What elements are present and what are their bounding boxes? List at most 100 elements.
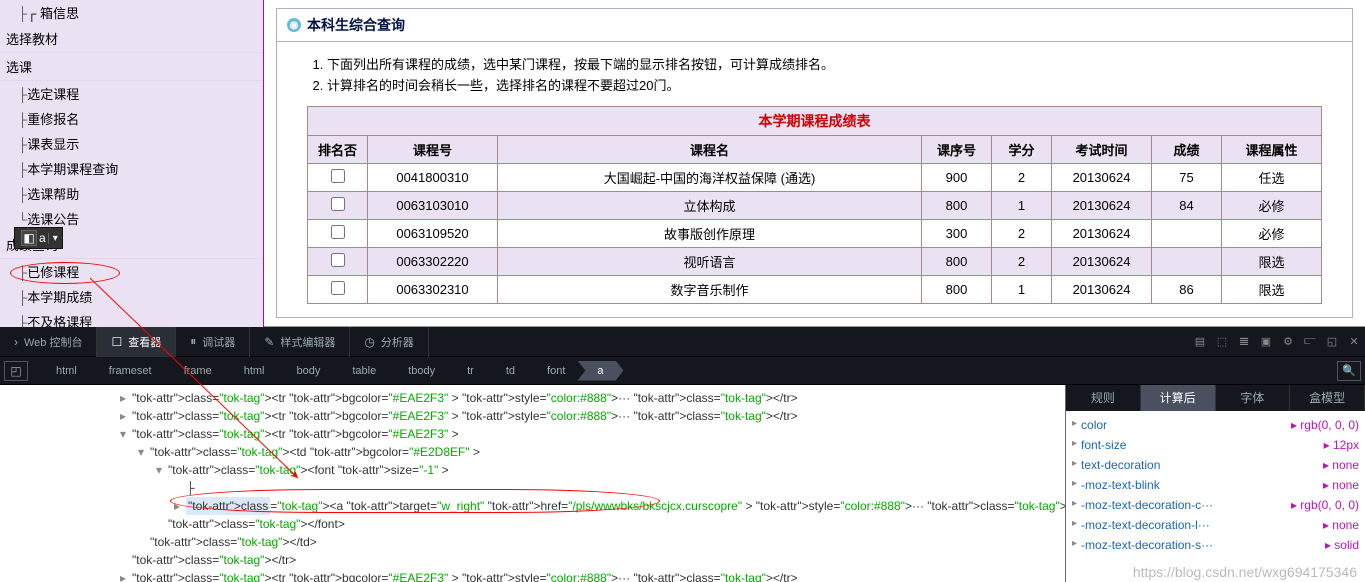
paint-flash-icon[interactable]: ▤: [1189, 335, 1211, 348]
dock-icon[interactable]: ⫍: [1299, 335, 1321, 348]
source-line[interactable]: ▾"tok-attr">class="tok-tag"><font "tok-a…: [120, 461, 1059, 479]
devtools-body: ▸"tok-attr">class="tok-tag"><tr "tok-att…: [0, 385, 1365, 582]
source-line[interactable]: ▸"tok-attr">class="tok-tag"><tr "tok-att…: [120, 407, 1059, 425]
table-cell: 限选: [1222, 248, 1322, 276]
crumb-frame[interactable]: frame: [164, 361, 232, 381]
devtools-panel: ›Web 控制台 ☐查看器 ⏸调试器 ✎样式编辑器 ◷分析器 ▤ ⬚ 𝌆 ▣ ⚙…: [0, 327, 1365, 582]
th-coursename: 课程名: [498, 136, 922, 164]
responsive-icon[interactable]: ▣: [1255, 335, 1277, 348]
table-cell: 900: [922, 164, 992, 192]
rank-checkbox[interactable]: [331, 197, 345, 211]
devtools-toolbar: ›Web 控制台 ☐查看器 ⏸调试器 ✎样式编辑器 ◷分析器 ▤ ⬚ 𝌆 ▣ ⚙…: [0, 327, 1365, 357]
table-row[interactable]: 0063103010立体构成80012013062484必修: [308, 192, 1322, 220]
source-line[interactable]: "tok-attr">class="tok-tag"></td>: [120, 533, 1059, 551]
rule-row[interactable]: ▸text-decoration▸ none: [1072, 455, 1359, 475]
scratch-icon[interactable]: 𝌆: [1233, 335, 1255, 348]
crumb-html[interactable]: html: [224, 361, 285, 381]
cube-icon[interactable]: ⬚: [1211, 335, 1233, 348]
crumb-font[interactable]: font: [527, 361, 585, 381]
source-tree[interactable]: ▸"tok-attr">class="tok-tag"><tr "tok-att…: [0, 385, 1065, 582]
table-row[interactable]: 0063302220视听语言800220130624限选: [308, 248, 1322, 276]
rtab-boxmodel[interactable]: 盒模型: [1290, 385, 1365, 411]
source-line[interactable]: ▸"tok-attr">class="tok-tag"><tr "tok-att…: [120, 569, 1059, 582]
grades-table: 本学期课程成绩表 排名否 课程号 课程名 课序号 学分 考试时间 成绩 课程属性…: [307, 106, 1322, 304]
rank-checkbox[interactable]: [331, 169, 345, 183]
rule-row[interactable]: ▸font-size▸ 12px: [1072, 435, 1359, 455]
table-cell: 20130624: [1052, 248, 1152, 276]
tab-profiler[interactable]: ◷分析器: [350, 327, 428, 357]
settings-icon[interactable]: ⚙: [1277, 335, 1299, 348]
source-line[interactable]: "tok-attr">class="tok-tag"></tr>: [120, 551, 1059, 569]
tab-style-editor[interactable]: ✎样式编辑器: [250, 327, 350, 357]
table-cell: 300: [922, 220, 992, 248]
rule-row[interactable]: ▸-moz-text-blink▸ none: [1072, 475, 1359, 495]
rtab-rules[interactable]: 规则: [1066, 385, 1141, 411]
watermark: https://blog.csdn.net/wxg694175346: [1133, 564, 1357, 580]
rule-row[interactable]: ▸-moz-text-decoration-c···▸ rgb(0, 0, 0): [1072, 495, 1359, 515]
sidebar-item-semester-course[interactable]: 本学期课程查询: [0, 156, 263, 181]
crumb-body[interactable]: body: [276, 361, 340, 381]
rank-checkbox[interactable]: [331, 281, 345, 295]
table-cell: 0041800310: [368, 164, 498, 192]
rule-row[interactable]: ▸-moz-text-decoration-s···▸ solid: [1072, 535, 1359, 555]
sidebar-item-timetable[interactable]: 课表显示: [0, 131, 263, 156]
panel-title: ◉ 本科生综合查询: [277, 9, 1352, 41]
close-icon[interactable]: ✕: [1343, 335, 1365, 348]
table-row[interactable]: 0063302310数字音乐制作80012013062486限选: [308, 276, 1322, 304]
sidebar-item-course-help[interactable]: 选课帮助: [0, 181, 263, 206]
inspector-icon: ☐: [111, 335, 122, 349]
hover-tag-tooltip: ◧ a ▾: [14, 227, 63, 249]
app-upper: ┌ 箱信思 选择教材 选课 选定课程 重修报名 课表显示 本学期课程查询 选课帮…: [0, 0, 1365, 327]
annotation-oval-source: [170, 489, 660, 513]
table-cell: 立体构成: [498, 192, 922, 220]
th-attr: 课程属性: [1222, 136, 1322, 164]
source-line[interactable]: ▸"tok-attr">class="tok-tag"><tr "tok-att…: [120, 389, 1059, 407]
crumb-table[interactable]: table: [332, 361, 396, 381]
tab-debugger[interactable]: ⏸调试器: [176, 327, 250, 357]
rules-pane: 规则 计算后 字体 盒模型 ▸color▸ rgb(0, 0, 0)▸font-…: [1065, 385, 1365, 582]
table-cell: 必修: [1222, 192, 1322, 220]
rules-body[interactable]: ▸color▸ rgb(0, 0, 0)▸font-size▸ 12px▸tex…: [1066, 411, 1365, 582]
sidebar-item-failed[interactable]: 不及格课程: [0, 309, 263, 327]
popout-icon[interactable]: ◱: [1321, 335, 1343, 348]
sidebar-item-current-grades[interactable]: 本学期成绩: [0, 284, 263, 309]
crumb-tbody[interactable]: tbody: [388, 361, 455, 381]
table-cell: 800: [922, 276, 992, 304]
sidebar-section-course[interactable]: 选课: [0, 53, 263, 81]
rules-tabs: 规则 计算后 字体 盒模型: [1066, 385, 1365, 411]
rule-row[interactable]: ▸color▸ rgb(0, 0, 0): [1072, 415, 1359, 435]
console-icon: ›: [14, 335, 18, 349]
table-cell: 800: [922, 248, 992, 276]
tab-inspector[interactable]: ☐查看器: [97, 327, 176, 357]
table-cell: 任选: [1222, 164, 1322, 192]
rank-checkbox[interactable]: [331, 225, 345, 239]
sidebar-cut-item[interactable]: ┌ 箱信思: [0, 0, 263, 25]
table-cell: [308, 164, 368, 192]
search-button[interactable]: 🔍: [1337, 361, 1361, 381]
crumb-frameset[interactable]: frameset: [89, 361, 172, 381]
table-row[interactable]: 0041800310大国崛起-中国的海洋权益保障 (通选)90022013062…: [308, 164, 1322, 192]
sidebar-section-textbook[interactable]: 选择教材: [0, 25, 263, 53]
th-grade: 成绩: [1152, 136, 1222, 164]
table-cell: 数字音乐制作: [498, 276, 922, 304]
source-line[interactable]: ▾"tok-attr">class="tok-tag"><tr "tok-att…: [120, 425, 1059, 443]
table-cell: [308, 192, 368, 220]
pick-element-button[interactable]: ◰: [4, 361, 28, 381]
table-cell: 限选: [1222, 276, 1322, 304]
rank-checkbox[interactable]: [331, 253, 345, 267]
rtab-fonts[interactable]: 字体: [1216, 385, 1291, 411]
source-line[interactable]: ▾"tok-attr">class="tok-tag"><td "tok-att…: [120, 443, 1059, 461]
tab-console[interactable]: ›Web 控制台: [0, 327, 97, 357]
crumb-html[interactable]: html: [36, 361, 97, 381]
table-cell: 20130624: [1052, 192, 1152, 220]
rtab-computed[interactable]: 计算后: [1141, 385, 1216, 411]
table-row[interactable]: 0063109520故事版创作原理300220130624必修: [308, 220, 1322, 248]
sidebar-item-select-course[interactable]: 选定课程: [0, 81, 263, 106]
annotation-oval-sidebar: [10, 262, 120, 284]
tag-label: a: [39, 231, 46, 245]
table-cell: 0063302220: [368, 248, 498, 276]
main-content: ◉ 本科生综合查询 下面列出所有课程的成绩，选中某门课程，按最下端的显示排名按钮…: [264, 0, 1365, 326]
source-line[interactable]: "tok-attr">class="tok-tag"></font>: [120, 515, 1059, 533]
sidebar-item-retake[interactable]: 重修报名: [0, 106, 263, 131]
rule-row[interactable]: ▸-moz-text-decoration-l···▸ none: [1072, 515, 1359, 535]
